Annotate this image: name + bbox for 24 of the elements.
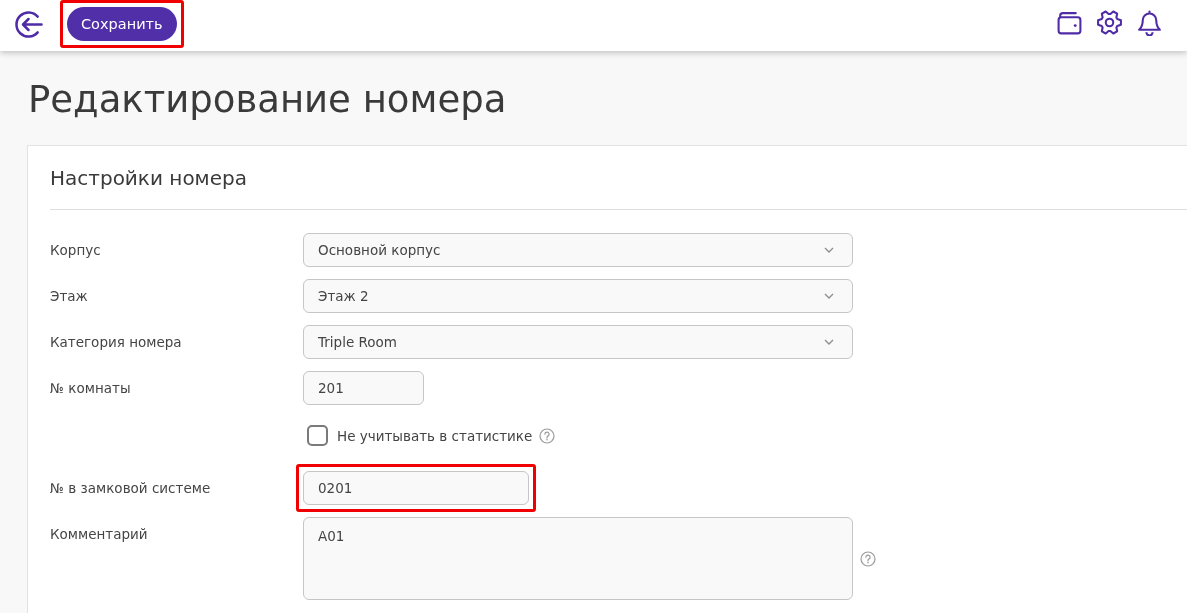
field-label: Категория номера [50, 333, 182, 352]
field-label: № комнаты [50, 379, 131, 398]
field-label: Этаж [50, 287, 88, 306]
field-label: Корпус [50, 241, 101, 260]
text-field[interactable]: 201 [303, 371, 424, 405]
page-title: Редактирование номера [27, 77, 508, 123]
select-field[interactable]: Основной корпус [303, 233, 853, 267]
field-label: Комментарий [50, 525, 148, 544]
select-field[interactable]: Triple Room [303, 325, 853, 359]
comment-field[interactable]: A01 [303, 517, 853, 600]
section-title: Настройки номера [50, 165, 247, 190]
select-field[interactable]: Этаж 2 [303, 279, 853, 313]
chevron-down-icon [824, 247, 834, 253]
field-label: № в замковой системе [50, 479, 211, 498]
checkbox[interactable] [307, 425, 328, 446]
save-button[interactable]: Сохранить [67, 7, 177, 41]
notifications-bell-icon[interactable] [1136, 9, 1163, 36]
settings-icon[interactable] [1096, 9, 1123, 36]
checkbox-label[interactable]: Не учитывать в статистике [337, 427, 533, 444]
back-arrow-icon[interactable] [14, 9, 43, 39]
wallet-icon[interactable] [1056, 9, 1083, 36]
chevron-down-icon [824, 293, 834, 299]
chevron-down-icon [824, 339, 834, 345]
text-field[interactable]: 0201 [303, 471, 529, 505]
